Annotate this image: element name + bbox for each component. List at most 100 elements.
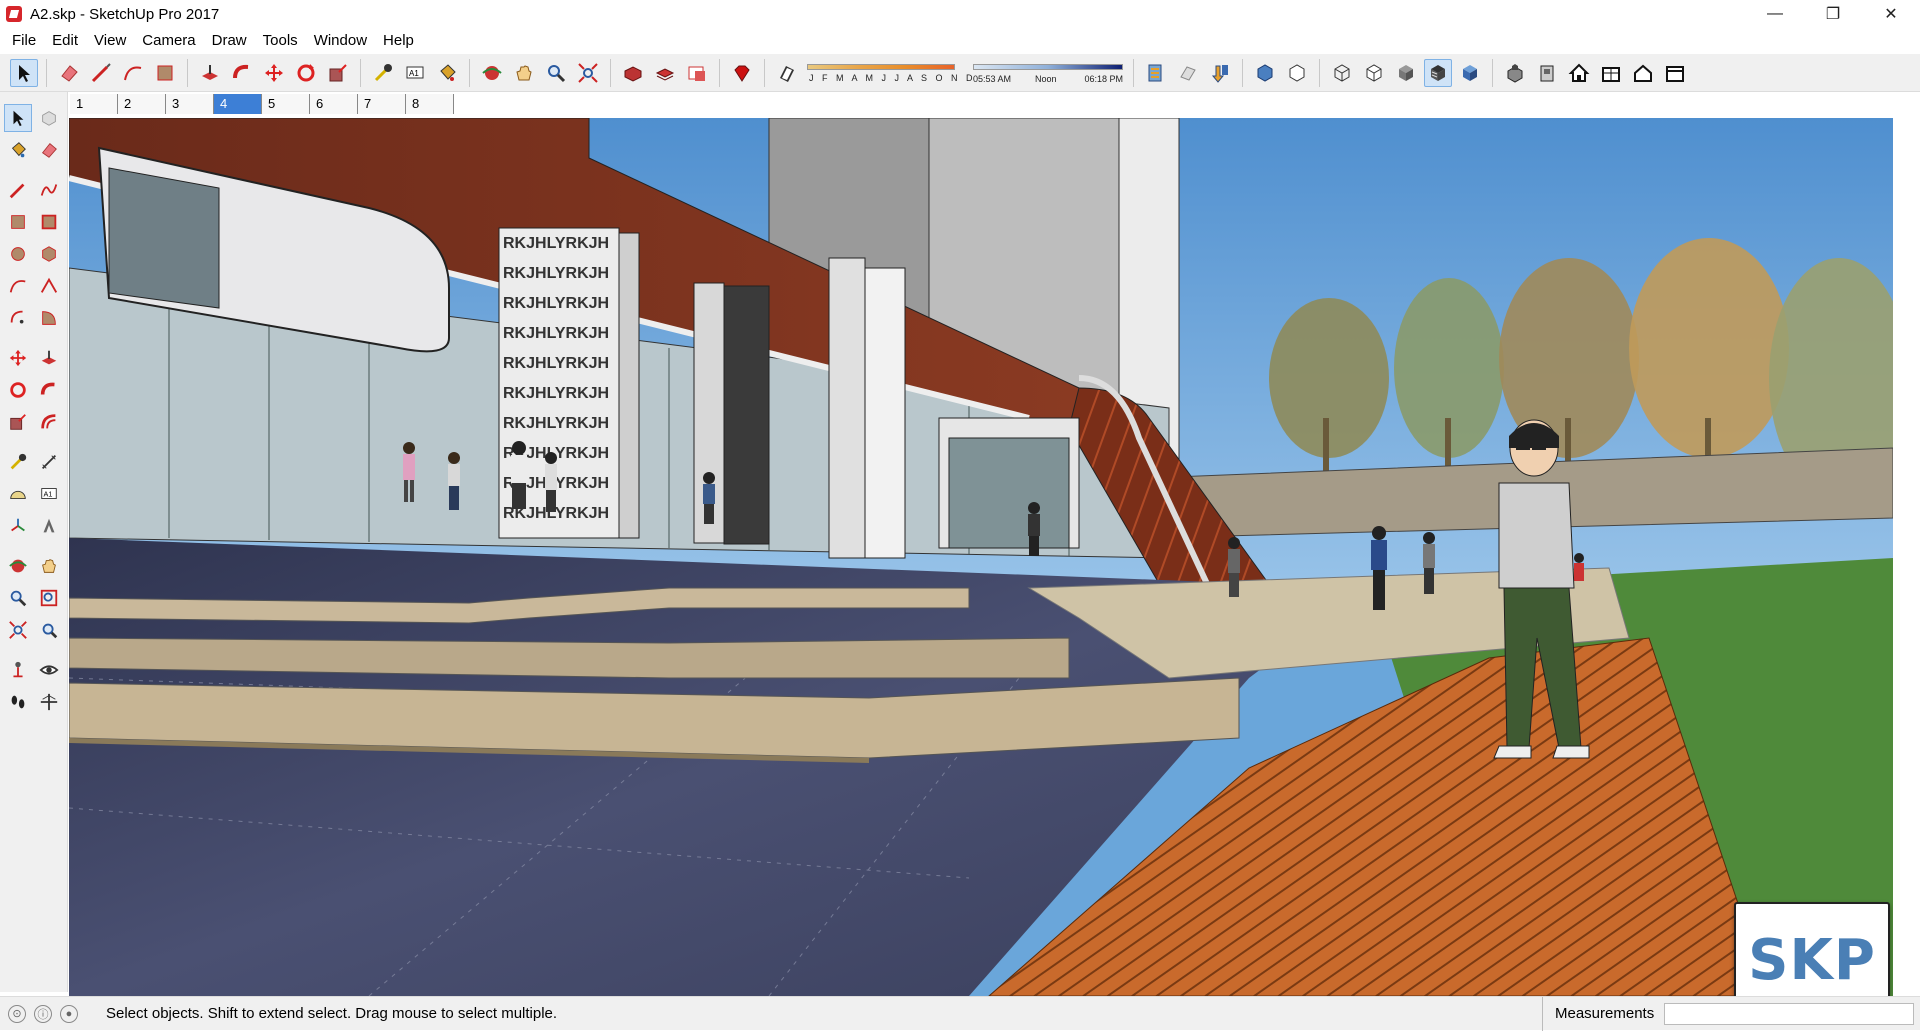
- zoom-icon[interactable]: [4, 584, 32, 612]
- share-model-icon[interactable]: [651, 59, 679, 87]
- credits-info-icon[interactable]: ⓘ: [34, 1004, 52, 1023]
- iso-view-icon[interactable]: [1501, 59, 1529, 87]
- section-plane-tool-icon[interactable]: [36, 688, 64, 716]
- scene-tab-5[interactable]: 5: [262, 94, 310, 114]
- tape-measure-icon[interactable]: [4, 448, 32, 476]
- front-view-home-icon[interactable]: [1565, 59, 1593, 87]
- menu-help[interactable]: Help: [375, 28, 422, 54]
- text-tool-icon[interactable]: A1: [36, 480, 64, 508]
- back-view-icon[interactable]: [1629, 59, 1657, 87]
- offset-tool-icon[interactable]: [36, 408, 64, 436]
- scene-tab-8[interactable]: 8: [406, 94, 454, 114]
- text-tool-icon[interactable]: A1: [401, 59, 429, 87]
- shadow-month-slider[interactable]: J F M A M J J A S O N D: [807, 58, 973, 88]
- ruby-gem-icon[interactable]: [728, 59, 756, 87]
- model-viewport[interactable]: RKJHLYRKJH RKJHLYRKJH RKJHLYRKJH RKJHLYR…: [69, 118, 1893, 996]
- position-camera-icon[interactable]: [4, 656, 32, 684]
- tape-measure-icon[interactable]: [369, 59, 397, 87]
- menu-file[interactable]: File: [4, 28, 44, 54]
- arc-tool-icon[interactable]: [119, 59, 147, 87]
- pan-hand-icon[interactable]: [510, 59, 538, 87]
- menu-window[interactable]: Window: [306, 28, 375, 54]
- dimension-tool-icon[interactable]: [36, 448, 64, 476]
- move-tool-icon[interactable]: [4, 344, 32, 372]
- xray-style-icon[interactable]: [1251, 59, 1279, 87]
- zoom-extents-icon[interactable]: [4, 616, 32, 644]
- line-tool-icon[interactable]: [87, 59, 115, 87]
- hidden-line-style-icon[interactable]: [1360, 59, 1388, 87]
- three-point-arc-icon[interactable]: [4, 304, 32, 332]
- orbit-icon[interactable]: [478, 59, 506, 87]
- look-around-eye-icon[interactable]: [36, 656, 64, 684]
- top-view-icon[interactable]: [1533, 59, 1561, 87]
- select-tool-icon[interactable]: [10, 58, 38, 87]
- walk-footprints-icon[interactable]: [4, 688, 32, 716]
- scene-tab-1[interactable]: 1: [70, 94, 118, 114]
- pan-hand-icon[interactable]: [36, 552, 64, 580]
- make-component-icon[interactable]: [36, 104, 63, 132]
- orbit-icon[interactable]: [4, 552, 32, 580]
- scene-tab-7[interactable]: 7: [358, 94, 406, 114]
- shaded-style-icon[interactable]: [1392, 59, 1420, 87]
- 3d-warehouse-icon[interactable]: [619, 59, 647, 87]
- menu-view[interactable]: View: [86, 28, 134, 54]
- user-account-icon[interactable]: ●: [60, 1004, 78, 1023]
- measurements-input[interactable]: [1664, 1003, 1914, 1025]
- line-tool-icon[interactable]: [4, 176, 32, 204]
- scene-tab-2[interactable]: 2: [118, 94, 166, 114]
- select-tool-icon[interactable]: [4, 104, 32, 132]
- geo-location-icon[interactable]: ⊙: [8, 1004, 26, 1023]
- zoom-window-icon[interactable]: [36, 584, 64, 612]
- follow-me-icon[interactable]: [36, 376, 64, 404]
- minimize-button[interactable]: —: [1746, 0, 1804, 28]
- paint-bucket-icon[interactable]: [433, 59, 461, 87]
- protractor-icon[interactable]: [4, 480, 32, 508]
- rectangle-tool-icon[interactable]: [4, 208, 32, 236]
- display-section-planes-icon[interactable]: [1174, 59, 1202, 87]
- scene-tab-3[interactable]: 3: [166, 94, 214, 114]
- sketchup-app-icon[interactable]: [6, 6, 22, 22]
- 3d-text-icon[interactable]: [36, 512, 64, 540]
- eraser-icon[interactable]: [36, 136, 64, 164]
- menu-draw[interactable]: Draw: [204, 28, 255, 54]
- zoom-icon[interactable]: [542, 59, 570, 87]
- zoom-extents-icon[interactable]: [574, 59, 602, 87]
- polygon-tool-icon[interactable]: [36, 240, 64, 268]
- paint-bucket-icon[interactable]: [4, 136, 32, 164]
- back-edges-style-icon[interactable]: [1283, 59, 1311, 87]
- eraser-icon[interactable]: [55, 59, 83, 87]
- right-view-icon[interactable]: [1597, 59, 1625, 87]
- circle-tool-icon[interactable]: [4, 240, 32, 268]
- shadows-toggle-icon[interactable]: [773, 59, 801, 87]
- shaded-textures-style-icon[interactable]: [1424, 58, 1452, 87]
- rotated-rectangle-icon[interactable]: [36, 208, 64, 236]
- section-plane-icon[interactable]: [1142, 59, 1170, 87]
- menu-edit[interactable]: Edit: [44, 28, 86, 54]
- freehand-tool-icon[interactable]: [36, 176, 64, 204]
- rotate-tool-icon[interactable]: [292, 59, 320, 87]
- arc-tool-icon[interactable]: [4, 272, 32, 300]
- axes-tool-icon[interactable]: [4, 512, 32, 540]
- scene-tab-4[interactable]: 4: [214, 94, 262, 114]
- move-tool-icon[interactable]: [260, 59, 288, 87]
- menu-camera[interactable]: Camera: [134, 28, 203, 54]
- close-button[interactable]: ✕: [1862, 0, 1920, 28]
- restore-button[interactable]: ❐: [1804, 0, 1862, 28]
- push-pull-icon[interactable]: [196, 59, 224, 87]
- monochrome-style-icon[interactable]: [1456, 59, 1484, 87]
- follow-me-icon[interactable]: [228, 59, 256, 87]
- shadow-time-slider[interactable]: 05:53 AM Noon 06:18 PM: [973, 58, 1123, 88]
- wireframe-style-icon[interactable]: [1328, 59, 1356, 87]
- previous-view-icon[interactable]: [36, 616, 64, 644]
- menu-tools[interactable]: Tools: [255, 28, 306, 54]
- display-section-cuts-icon[interactable]: [1206, 59, 1234, 87]
- rotate-tool-icon[interactable]: [4, 376, 32, 404]
- scene-tab-6[interactable]: 6: [310, 94, 358, 114]
- push-pull-icon[interactable]: [36, 344, 64, 372]
- scale-tool-icon[interactable]: [324, 59, 352, 87]
- left-view-icon[interactable]: [1661, 59, 1689, 87]
- extension-warehouse-icon[interactable]: [683, 59, 711, 87]
- two-point-arc-icon[interactable]: [36, 272, 64, 300]
- rectangle-tool-icon[interactable]: [151, 59, 179, 87]
- scale-tool-icon[interactable]: [4, 408, 32, 436]
